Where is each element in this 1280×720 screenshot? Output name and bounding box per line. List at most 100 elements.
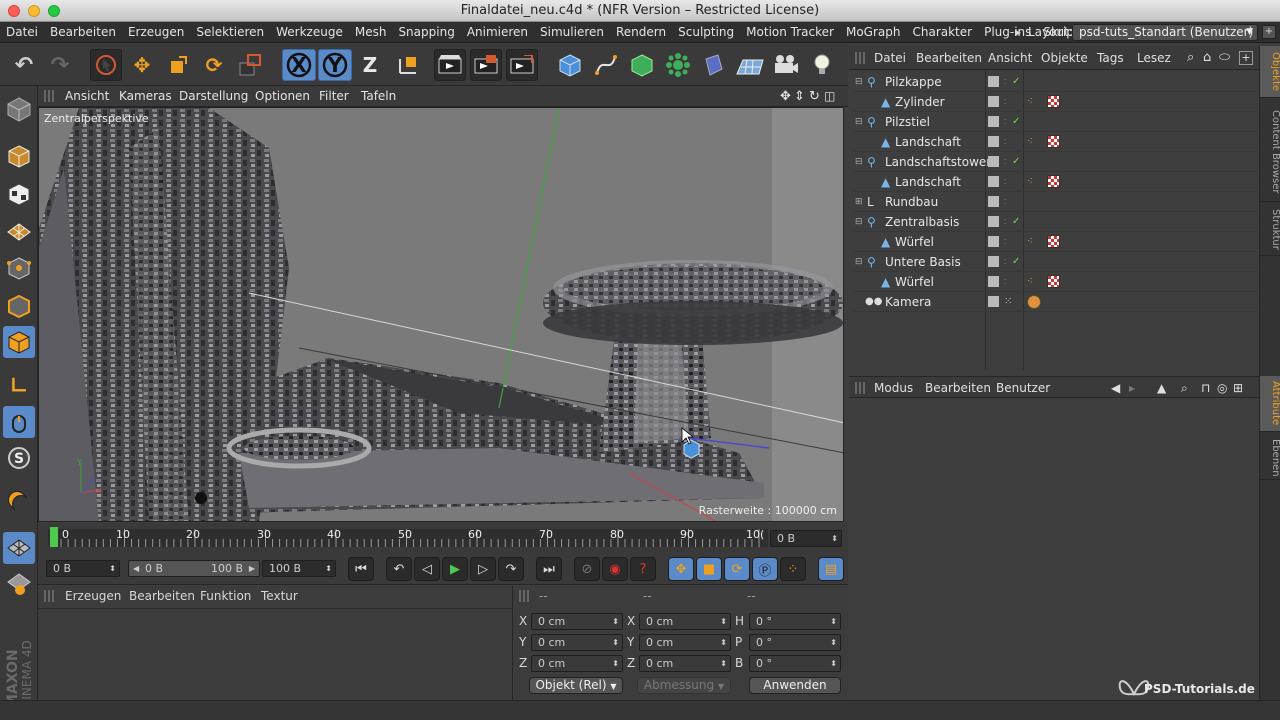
viewport-zoom-icon[interactable]: ⇕	[794, 86, 805, 107]
timeline[interactable]: 0 10 20 30 40 50 60 70 80 90 10( 0 B ⬍	[38, 523, 848, 553]
tab-objekte[interactable]: Objekte	[1260, 46, 1280, 98]
viewport-menu-ansicht[interactable]: Ansicht	[65, 86, 109, 107]
go-to-end-icon[interactable]: ⏭	[536, 557, 562, 581]
light-object-icon[interactable]	[806, 49, 838, 81]
next-frame-icon[interactable]: ▷	[470, 557, 496, 581]
timeline-window-icon[interactable]: ▤	[818, 557, 844, 581]
material-menu-textur[interactable]: Textur	[261, 589, 298, 603]
menu-animieren[interactable]: Animieren	[461, 22, 534, 42]
viewport-rotate-icon[interactable]: ↻	[809, 86, 820, 107]
object-row-rundbau[interactable]: ⊞ L Rundbau ⁚	[853, 192, 1257, 212]
next-keyframe-icon[interactable]: ↷	[498, 557, 524, 581]
object-row-untere-basis[interactable]: ⊟ ⚲ Untere Basis ⁚ ✓	[853, 252, 1257, 272]
panel-grip-icon[interactable]	[44, 90, 56, 102]
attribute-menu-modus[interactable]: Modus	[874, 377, 913, 399]
menu-selektieren[interactable]: Selektieren	[190, 22, 270, 42]
3d-viewport[interactable]: Y X Z Zentralperspektive Rasterweite : 1…	[38, 107, 844, 522]
pos-x-field[interactable]: 0 cm ⬍	[531, 613, 623, 630]
menu-mesh[interactable]: Mesh	[349, 22, 393, 42]
home-icon[interactable]: ⌂	[1203, 46, 1211, 70]
new-panel-icon[interactable]: +	[1239, 51, 1253, 65]
previous-keyframe-icon[interactable]: ↶	[386, 557, 412, 581]
camera-object-icon[interactable]	[770, 49, 802, 81]
key-rotation-icon[interactable]: ⟳	[724, 557, 750, 581]
object-row-landschaft[interactable]: ▲ Landschaft ⁚ ⁖	[853, 172, 1257, 192]
move-tool-icon[interactable]: ✥	[126, 49, 158, 81]
magnet-snap-icon[interactable]	[3, 486, 35, 518]
viewport-menu-tafeln[interactable]: Tafeln	[361, 86, 396, 107]
attribute-manager-content[interactable]	[849, 398, 1259, 700]
up-arrow-icon[interactable]: ▲	[1157, 377, 1166, 399]
floor-scene-icon[interactable]	[734, 49, 766, 81]
close-window-icon[interactable]	[8, 5, 20, 17]
points-mode-icon[interactable]	[3, 252, 35, 284]
attribute-menu-bearbeiten[interactable]: Bearbeiten	[925, 377, 991, 399]
object-row-wuerfel[interactable]: ▲ Würfel ⁚ ⁖	[853, 232, 1257, 252]
material-menu-bearbeiten[interactable]: Bearbeiten	[129, 589, 195, 603]
end-frame-field[interactable]: 100 B ⬍	[262, 560, 336, 577]
menu-werkzeuge[interactable]: Werkzeuge	[270, 22, 349, 42]
redo-icon[interactable]: ↷	[44, 49, 76, 81]
object-row-kamera[interactable]: ●● Kamera ⁙	[853, 292, 1257, 312]
objects-menu-ansicht[interactable]: Ansicht	[988, 46, 1032, 70]
size-mode-dropdown[interactable]: Abmessung ▼	[637, 677, 731, 694]
menu-erzeugen[interactable]: Erzeugen	[122, 22, 190, 42]
object-row-landschaft[interactable]: ▲ Landschaft ⁚ ⁖	[853, 132, 1257, 152]
menu-snapping[interactable]: Snapping	[392, 22, 460, 42]
material-menu-erzeugen[interactable]: Erzeugen	[65, 589, 121, 603]
objects-menu-tags[interactable]: Tags	[1097, 46, 1124, 70]
previous-frame-icon[interactable]: ◁	[414, 557, 440, 581]
key-scale-icon[interactable]: ■	[696, 557, 722, 581]
new-panel-icon[interactable]: ⊞	[1233, 377, 1243, 399]
forward-arrow-icon[interactable]: ▸	[1129, 377, 1135, 399]
render-view-icon[interactable]	[434, 49, 466, 81]
autokey-icon[interactable]: ◉	[602, 557, 628, 581]
workplane-mode-icon[interactable]	[3, 216, 35, 248]
search-icon[interactable]: ⌕	[1187, 46, 1194, 70]
object-row-pilzkappe[interactable]: ⊟ ⚲ Pilzkappe ⁚ ✓	[853, 72, 1257, 92]
size-z-field[interactable]: 0 cm ⬍	[639, 655, 731, 672]
key-pla-icon[interactable]: ⁘	[780, 557, 806, 581]
array-cloner-icon[interactable]	[662, 49, 694, 81]
object-row-pilzstiel[interactable]: ⊟ ⚲ Pilzstiel ⁚ ✓	[853, 112, 1257, 132]
last-tool-icon[interactable]	[234, 49, 266, 81]
spline-pen-icon[interactable]	[590, 49, 622, 81]
scale-tool-icon[interactable]	[162, 49, 194, 81]
polygons-mode-icon[interactable]	[3, 326, 35, 358]
nurbs-subdivision-icon[interactable]	[626, 49, 658, 81]
y-axis-lock-button[interactable]: Y	[318, 49, 352, 81]
lock-icon[interactable]: ⊓	[1201, 377, 1210, 399]
panel-grip-icon[interactable]	[855, 382, 867, 394]
target-icon[interactable]: ◎	[1217, 377, 1227, 399]
rot-h-field[interactable]: 0 ° ⬍	[749, 613, 841, 630]
current-frame-field[interactable]: 0 B ⬍	[770, 530, 842, 547]
tab-ebenen[interactable]: Ebenen	[1260, 436, 1280, 480]
model-mode-icon[interactable]	[3, 140, 35, 172]
object-row-wuerfel[interactable]: ▲ Würfel ⁚ ⁖	[853, 272, 1257, 292]
back-arrow-icon[interactable]: ◀	[1111, 377, 1120, 399]
minimize-window-icon[interactable]	[28, 5, 40, 17]
workplane-lock-icon[interactable]	[3, 532, 35, 564]
navigate-icon[interactable]: ⬭	[1219, 46, 1230, 70]
tab-content-browser[interactable]: Content Browser	[1260, 102, 1280, 202]
panel-grip-icon[interactable]	[44, 590, 56, 602]
viewport-menu-optionen[interactable]: Optionen	[255, 86, 310, 107]
record-keys-icon[interactable]: ⊘	[574, 557, 600, 581]
viewport-menu-kameras[interactable]: Kameras	[119, 86, 172, 107]
menu-mograph[interactable]: MoGraph	[840, 22, 907, 42]
menu-datei[interactable]: Datei	[0, 22, 44, 42]
objects-menu-objekte[interactable]: Objekte	[1041, 46, 1088, 70]
viewport-move-icon[interactable]: ✥	[780, 86, 791, 107]
size-y-field[interactable]: 0 cm ⬍	[639, 634, 731, 651]
rot-p-field[interactable]: 0 ° ⬍	[749, 634, 841, 651]
objects-menu-bearbeiten[interactable]: Bearbeiten	[916, 46, 982, 70]
coordinate-mode-dropdown[interactable]: Objekt (Rel) ▼	[529, 677, 623, 694]
viewport-menu-filter[interactable]: Filter	[319, 86, 349, 107]
tab-struktur[interactable]: Struktur	[1260, 204, 1280, 256]
menu-rendern[interactable]: Rendern	[610, 22, 672, 42]
layout-expand-icon[interactable]: +	[1262, 25, 1276, 39]
render-region-icon[interactable]	[470, 49, 502, 81]
viewport-menu-darstellung[interactable]: Darstellung	[179, 86, 248, 107]
material-list-area[interactable]	[38, 608, 512, 700]
texture-mode-icon[interactable]	[3, 178, 35, 210]
